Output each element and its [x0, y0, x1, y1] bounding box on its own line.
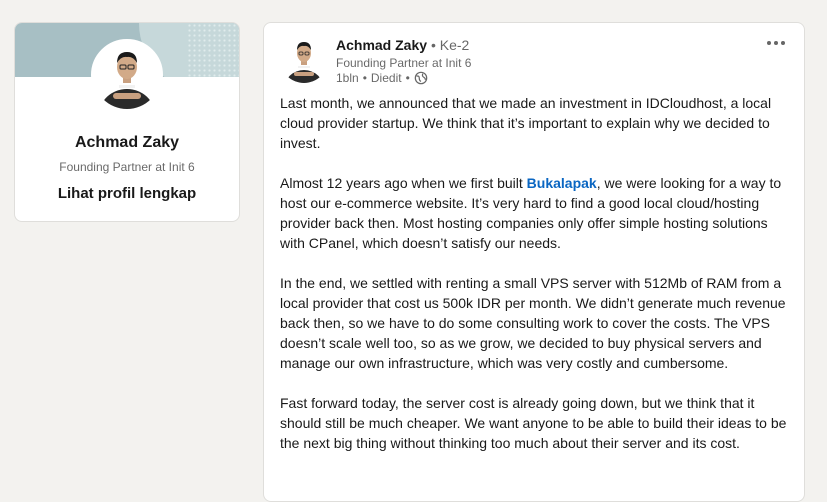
post-time: 1bln: [336, 71, 359, 85]
ellipsis-icon: [781, 41, 785, 45]
ellipsis-icon: [774, 41, 778, 45]
post-meta: 1bln • Diedit •: [336, 71, 428, 85]
view-full-profile-link[interactable]: Lihat profil lengkap: [15, 185, 239, 202]
meta-separator: •: [362, 71, 367, 85]
avatar[interactable]: [91, 39, 163, 111]
post-card: Achmad Zaky • Ke-2 Founding Partner at I…: [263, 22, 805, 502]
post-body: Last month, we announced that we made an…: [280, 93, 792, 473]
post-paragraph: Last month, we announced that we made an…: [280, 95, 772, 151]
post-paragraph: Fast forward today, the server cost is a…: [280, 395, 787, 451]
paragraph-text: Almost 12 years ago when we first built: [280, 175, 527, 191]
post-author-line: Achmad Zaky • Ke-2: [336, 37, 469, 53]
author-avatar[interactable]: [280, 35, 328, 83]
mention-link[interactable]: Bukalapak: [527, 175, 597, 191]
meta-separator: •: [405, 71, 410, 85]
globe-icon: [414, 71, 428, 85]
profile-headline: Founding Partner at Init 6: [59, 160, 195, 174]
profile-name[interactable]: Achmad Zaky: [15, 134, 239, 152]
more-options-button[interactable]: [762, 31, 790, 55]
post-paragraph: Almost 12 years ago when we first built …: [280, 173, 792, 253]
post-author-headline: Founding Partner at Init 6: [336, 56, 472, 70]
post-paragraph: In the end, we settled with renting a sm…: [280, 275, 786, 371]
connection-degree: • Ke-2: [430, 37, 470, 53]
profile-card: Achmad Zaky Founding Partner at Init 6 L…: [14, 22, 240, 222]
ellipsis-icon: [767, 41, 771, 45]
post-edited-label: Diedit: [370, 71, 402, 85]
post-author-name[interactable]: Achmad Zaky: [336, 37, 427, 53]
